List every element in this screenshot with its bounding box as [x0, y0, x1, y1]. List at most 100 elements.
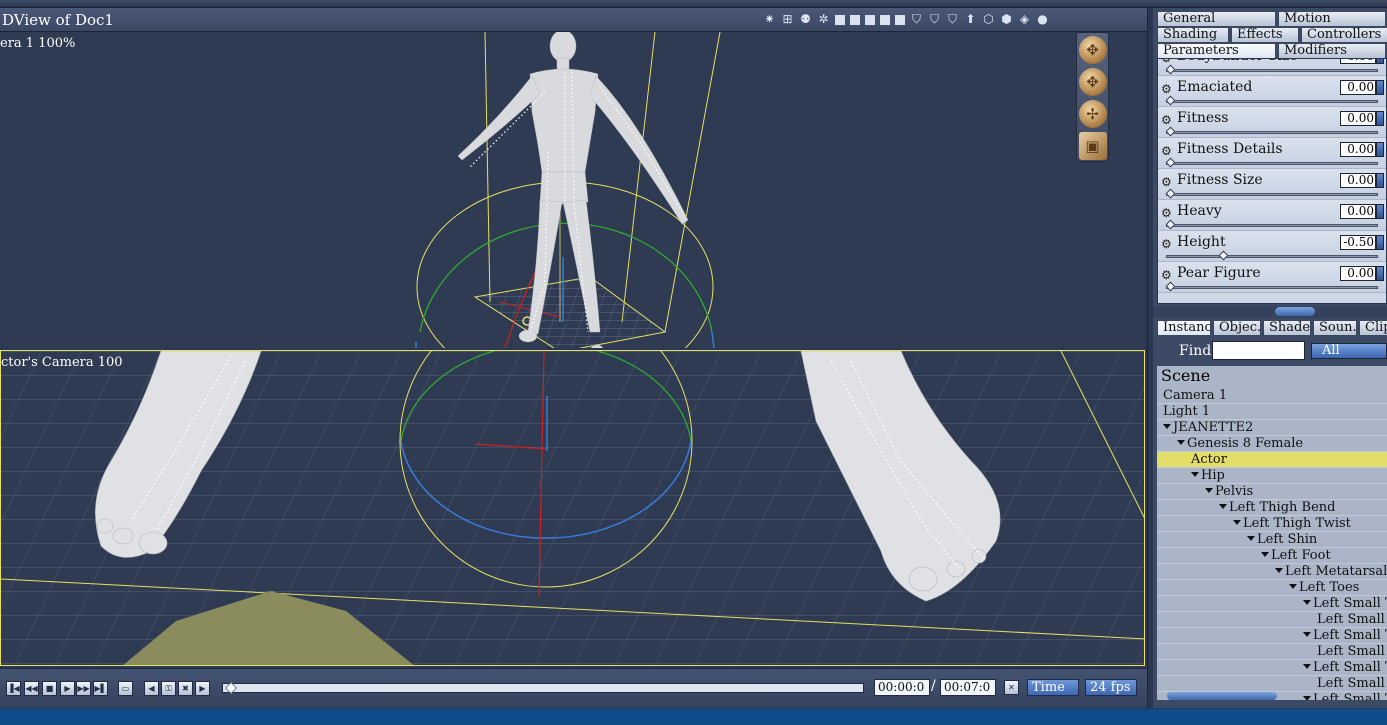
timeline-scrubber[interactable]	[222, 682, 864, 694]
cube-icon[interactable]: ⬢	[999, 12, 1014, 27]
param-value-field[interactable]: -0.50	[1340, 235, 1376, 250]
expand-triangle-icon[interactable]	[1303, 696, 1311, 700]
expand-triangle-icon[interactable]	[1261, 552, 1269, 557]
tree-item[interactable]: Left Small T	[1157, 628, 1387, 644]
gear-icon[interactable]: ⚙	[1161, 206, 1172, 220]
layout-grid-icon[interactable]	[880, 14, 890, 25]
find-input[interactable]	[1212, 341, 1305, 360]
expand-triangle-icon[interactable]	[1247, 536, 1255, 541]
tree-scrollbar[interactable]	[1167, 692, 1277, 700]
param-slider[interactable]	[1165, 64, 1378, 75]
param-slider[interactable]	[1165, 126, 1378, 137]
param-value-field[interactable]: 0.00	[1340, 80, 1376, 95]
tab-parameters[interactable]: Parameters	[1157, 43, 1276, 59]
key-icon[interactable]: ⚿	[161, 681, 176, 696]
gear-icon[interactable]: ⚙	[1161, 144, 1172, 158]
tree-item[interactable]: JEANETTE2	[1157, 420, 1387, 436]
param-value-field[interactable]: 0.00	[1340, 173, 1376, 188]
loop-icon[interactable]: ▭	[118, 681, 133, 696]
slider-knob[interactable]	[1165, 95, 1176, 106]
slider-knob[interactable]	[1165, 157, 1176, 168]
tree-item[interactable]: Left Foot	[1157, 548, 1387, 564]
tab-shaders[interactable]: Shade.	[1263, 320, 1311, 336]
next-key-button[interactable]: ▶	[195, 681, 210, 696]
param-slider[interactable]	[1165, 95, 1378, 106]
tab-clips[interactable]: Clip	[1359, 320, 1387, 336]
tree-item[interactable]: Left Metatarsals	[1157, 564, 1387, 580]
slider-knob[interactable]	[1165, 281, 1176, 292]
shield-1-icon[interactable]: ⛉	[909, 12, 924, 27]
expand-triangle-icon[interactable]	[1275, 568, 1283, 573]
cube-wire-icon[interactable]: ⬡	[981, 12, 996, 27]
param-slider[interactable]	[1166, 250, 1378, 261]
layout-single-icon[interactable]	[835, 14, 845, 25]
param-value-field[interactable]: 0.00	[1340, 142, 1376, 157]
param-spinner[interactable]	[1376, 235, 1384, 250]
tab-shading[interactable]: Shading	[1157, 27, 1229, 43]
tab-objects[interactable]: Objec.	[1213, 320, 1261, 336]
expand-triangle-icon[interactable]	[1191, 472, 1199, 477]
tree-item[interactable]: Left Thigh Bend	[1157, 500, 1387, 516]
lights-icon[interactable]: ✷	[762, 12, 777, 27]
tree-item[interactable]: Left Thigh Twist	[1157, 516, 1387, 532]
layout-quad-icon[interactable]	[865, 14, 875, 25]
close-x-icon[interactable]: ✕	[1004, 680, 1019, 695]
param-spinner[interactable]	[1376, 173, 1384, 188]
gear-icon[interactable]: ⚙	[1161, 237, 1172, 251]
expand-triangle-icon[interactable]	[1163, 424, 1171, 429]
tree-item[interactable]: Actor	[1157, 452, 1387, 468]
tree-item[interactable]: Genesis 8 Female	[1157, 436, 1387, 452]
crowd-icon[interactable]: ⚉	[798, 12, 813, 27]
time-mode-dropdown[interactable]: Time	[1027, 679, 1079, 696]
param-spinner[interactable]	[1376, 204, 1384, 219]
tree-item[interactable]: Left Small T	[1157, 660, 1387, 676]
current-time-field[interactable]: 00:00:0	[874, 679, 930, 696]
param-value-field[interactable]: 0.00	[1340, 59, 1376, 64]
bone-icon[interactable]: ✲	[816, 12, 831, 27]
step-back-button[interactable]: ◀◀	[24, 681, 39, 696]
param-slider[interactable]	[1165, 219, 1378, 230]
play-button[interactable]: ▶	[60, 681, 75, 696]
layout-dual-icon[interactable]	[850, 14, 860, 25]
expand-triangle-icon[interactable]	[1177, 440, 1185, 445]
tab-effects[interactable]: Effects	[1231, 27, 1299, 43]
expand-triangle-icon[interactable]	[1303, 664, 1311, 669]
shield-3-icon[interactable]: ⛉	[945, 12, 960, 27]
param-spinner[interactable]	[1376, 266, 1384, 281]
param-slider[interactable]	[1165, 157, 1378, 168]
tree-item[interactable]: Pelvis	[1157, 484, 1387, 500]
filter-dropdown[interactable]: All	[1311, 343, 1387, 359]
tree-item[interactable]: Left Small	[1157, 676, 1387, 692]
param-slider[interactable]	[1165, 281, 1378, 292]
gear-icon[interactable]: ⚙	[1161, 268, 1172, 282]
tree-item[interactable]: Camera 1	[1157, 388, 1387, 404]
slider-knob[interactable]	[1165, 64, 1176, 75]
tree-item[interactable]: Left Small	[1157, 612, 1387, 628]
param-spinner[interactable]	[1376, 111, 1384, 126]
tab-controllers[interactable]: Controllers	[1301, 27, 1387, 43]
rotate-ball-icon[interactable]: ✢	[1078, 100, 1107, 128]
param-value-field[interactable]: 0.00	[1340, 204, 1376, 219]
gear-icon[interactable]: ⚙	[1161, 113, 1172, 127]
panel-mid-splitter[interactable]	[1153, 306, 1387, 318]
light-stack-icon[interactable]: ⊞	[780, 12, 795, 27]
param-slider[interactable]	[1165, 188, 1378, 199]
slider-knob[interactable]	[1165, 219, 1176, 230]
shield-2-icon[interactable]: ⛉	[927, 12, 942, 27]
param-value-field[interactable]: 0.00	[1340, 266, 1376, 281]
tree-item[interactable]: Left Toes	[1157, 580, 1387, 596]
tab-modifiers[interactable]: Modifiers	[1278, 43, 1386, 59]
param-spinner[interactable]	[1376, 80, 1384, 95]
step-forward-button[interactable]: ▶▶	[76, 681, 91, 696]
tab-motion[interactable]: Motion	[1278, 11, 1386, 27]
expand-triangle-icon[interactable]	[1233, 520, 1241, 525]
slider-knob[interactable]	[1165, 188, 1176, 199]
tree-item[interactable]: Left Shin	[1157, 532, 1387, 548]
viewport-top[interactable]: era 1 100% ✥ ✥ ✢ ▣	[0, 32, 1145, 348]
move-xy-icon[interactable]: ✥	[1078, 36, 1107, 64]
arrow-up-icon[interactable]: ⬆	[963, 12, 978, 27]
tree-item[interactable]: Left Small	[1157, 644, 1387, 660]
sphere-icon[interactable]: ●	[1035, 12, 1050, 27]
param-spinner[interactable]	[1376, 59, 1384, 64]
camera-box-icon[interactable]: ▣	[1078, 132, 1107, 160]
